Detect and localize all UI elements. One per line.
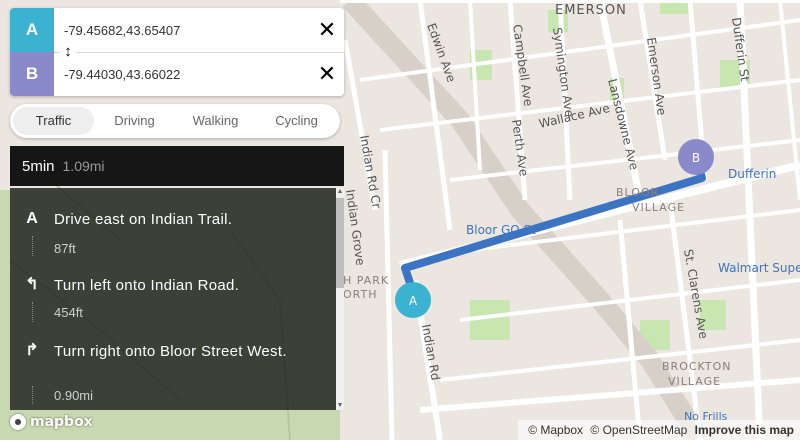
step-distance: 454ft: [54, 305, 83, 320]
origin-badge: A: [10, 8, 54, 52]
destination-input[interactable]: [54, 52, 310, 96]
step-connector: [32, 236, 33, 256]
map-label-walmart: Walmart Super: [718, 261, 800, 275]
marker-b-label: B: [692, 151, 700, 165]
close-icon: ✕: [317, 17, 337, 42]
marker-a[interactable]: A: [395, 282, 431, 318]
origin-input[interactable]: [54, 8, 310, 52]
map-attribution: © Mapbox © OpenStreetMap Improve this ma…: [518, 420, 800, 440]
route-summary[interactable]: 5min 1.09mi: [10, 146, 344, 186]
map-label-bloor-go: Bloor GO St: [466, 223, 536, 237]
scroll-down-arrow-icon[interactable]: ▼: [336, 402, 344, 410]
directions-inputs-panel: A ✕ B ✕ ↕: [10, 8, 344, 96]
turn-left-icon: ↰: [25, 276, 39, 293]
profile-walking[interactable]: Walking: [175, 107, 256, 135]
marker-b[interactable]: B: [678, 139, 714, 175]
routing-profile-selector: Traffic Driving Walking Cycling: [10, 104, 340, 138]
start-marker-icon: A: [26, 210, 38, 227]
steps-scrollbar[interactable]: ▲ ▼: [336, 188, 344, 410]
step-connector: [32, 302, 33, 322]
step-instruction: Turn left onto Indian Road.: [54, 277, 240, 294]
map-label-north: ORTH: [343, 288, 378, 301]
map-label-high-park-north: H PARK: [343, 274, 389, 287]
attribution-mapbox-link[interactable]: © Mapbox: [528, 423, 583, 437]
route-distance: 1.09mi: [62, 158, 105, 174]
mapbox-logo-text: mapbox: [30, 414, 93, 430]
step-distance: 87ft: [54, 241, 76, 256]
step-connector: [32, 386, 33, 404]
scroll-thumb[interactable]: [336, 198, 344, 288]
mapbox-logo[interactable]: mapbox: [10, 414, 93, 430]
swap-vertical-icon: ↕: [64, 43, 72, 60]
profile-traffic[interactable]: Traffic: [13, 107, 94, 135]
marker-a-label: A: [409, 294, 418, 308]
route-steps-list: A Drive east on Indian Trail. 87ft ↰ Tur…: [10, 188, 344, 410]
step-instruction: Turn right onto Bloor Street West.: [54, 343, 287, 360]
destination-badge: B: [10, 52, 54, 96]
profile-driving[interactable]: Driving: [94, 107, 175, 135]
map-label-dufferin-station: Dufferin: [728, 167, 776, 181]
profile-cycling[interactable]: Cycling: [256, 107, 337, 135]
origin-clear-button[interactable]: ✕: [310, 8, 344, 52]
swap-waypoints-button[interactable]: ↕: [61, 44, 75, 60]
map-label-brockton-village: VILLAGE: [668, 375, 721, 388]
turn-right-icon: ↱: [25, 342, 39, 359]
map-label-brockton: BROCKTON: [662, 360, 732, 373]
mapbox-logo-icon: [10, 414, 26, 430]
close-icon: ✕: [317, 61, 337, 86]
scroll-up-arrow-icon[interactable]: ▲: [336, 188, 344, 196]
destination-clear-button[interactable]: ✕: [310, 52, 344, 96]
improve-map-link[interactable]: Improve this map: [695, 423, 794, 437]
step-instruction: Drive east on Indian Trail.: [54, 211, 233, 228]
map-label-bloor: BLOOR: [616, 186, 659, 199]
attribution-osm-link[interactable]: © OpenStreetMap: [590, 423, 687, 437]
map-label-village: VILLAGE: [632, 201, 685, 214]
step-distance: 0.90mi: [54, 388, 94, 403]
route-duration: 5min: [22, 157, 55, 175]
map-label-emerson: EMERSON: [555, 3, 627, 18]
